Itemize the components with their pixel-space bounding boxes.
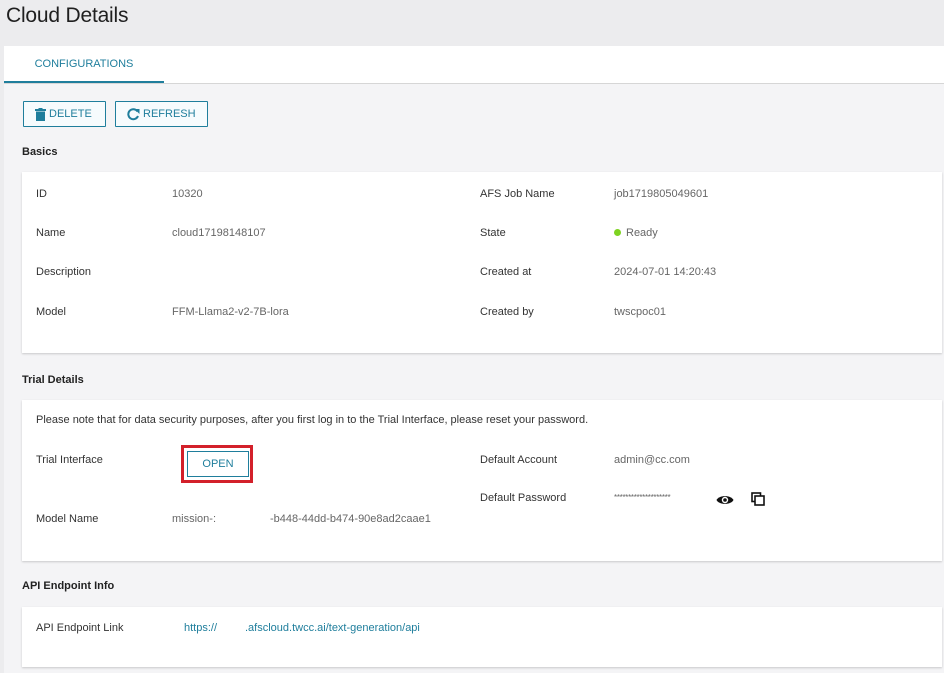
id-label: ID bbox=[36, 188, 47, 200]
tab-bar: CONFIGURATIONS bbox=[4, 46, 944, 84]
default-password-value: ******************** bbox=[614, 493, 671, 502]
created-by-label: Created by bbox=[480, 306, 534, 318]
afs-job-value: job1719805049601 bbox=[614, 188, 709, 200]
section-title-basics: Basics bbox=[22, 146, 58, 158]
default-account-label: Default Account bbox=[480, 454, 558, 466]
id-value: 10320 bbox=[172, 188, 203, 200]
section-title-trial: Trial Details bbox=[22, 374, 84, 386]
trial-interface-label: Trial Interface bbox=[36, 454, 103, 466]
eye-icon[interactable] bbox=[715, 493, 735, 507]
trash-icon bbox=[35, 107, 46, 121]
default-account-value: admin@cc.com bbox=[614, 454, 690, 466]
refresh-button-label: REFRESH bbox=[143, 108, 196, 120]
copy-icon[interactable] bbox=[750, 491, 766, 507]
delete-button[interactable]: DELETE bbox=[23, 101, 106, 127]
created-by-value: twscpoc01 bbox=[614, 306, 666, 318]
trial-card: Please note that for data security purpo… bbox=[22, 400, 942, 561]
section-title-api: API Endpoint Info bbox=[22, 580, 115, 592]
trial-notice: Please note that for data security purpo… bbox=[36, 414, 589, 426]
api-endpoint-link-prefix[interactable]: https:// bbox=[184, 622, 217, 634]
api-endpoint-label: API Endpoint Link bbox=[36, 622, 124, 634]
refresh-button[interactable]: REFRESH bbox=[115, 101, 208, 127]
page-title: Cloud Details bbox=[6, 4, 129, 27]
api-endpoint-link-suffix[interactable]: .afscloud.twcc.ai/text-generation/api bbox=[245, 622, 420, 634]
basics-card: ID 10320 Name cloud17198148107 Descripti… bbox=[22, 172, 942, 353]
delete-button-label: DELETE bbox=[49, 108, 92, 120]
status-dot-icon bbox=[614, 229, 621, 236]
tab-configurations[interactable]: CONFIGURATIONS bbox=[4, 46, 164, 83]
description-label: Description bbox=[36, 266, 92, 278]
name-label: Name bbox=[36, 227, 66, 239]
state-text: Ready bbox=[626, 227, 658, 239]
api-card: API Endpoint Link https:// .afscloud.twc… bbox=[22, 607, 942, 667]
open-button[interactable]: OPEN bbox=[187, 451, 249, 477]
created-at-label: Created at bbox=[480, 266, 532, 278]
model-name-label: Model Name bbox=[36, 513, 99, 525]
state-label: State bbox=[480, 227, 506, 239]
default-password-label: Default Password bbox=[480, 492, 567, 504]
model-name-prefix: mission-: bbox=[172, 513, 217, 525]
created-at-value: 2024-07-01 14:20:43 bbox=[614, 266, 717, 278]
name-value: cloud17198148107 bbox=[172, 227, 266, 239]
refresh-icon bbox=[127, 107, 140, 121]
afs-job-label: AFS Job Name bbox=[480, 188, 555, 200]
model-name-suffix: -b448-44dd-b474-90e8ad2caae1 bbox=[270, 513, 431, 525]
model-label: Model bbox=[36, 306, 66, 318]
state-value: Ready bbox=[614, 227, 658, 239]
main-content: CONFIGURATIONS DELETE REFRESH Basics ID … bbox=[4, 46, 944, 673]
model-value: FFM-Llama2-v2-7B-lora bbox=[172, 306, 289, 318]
